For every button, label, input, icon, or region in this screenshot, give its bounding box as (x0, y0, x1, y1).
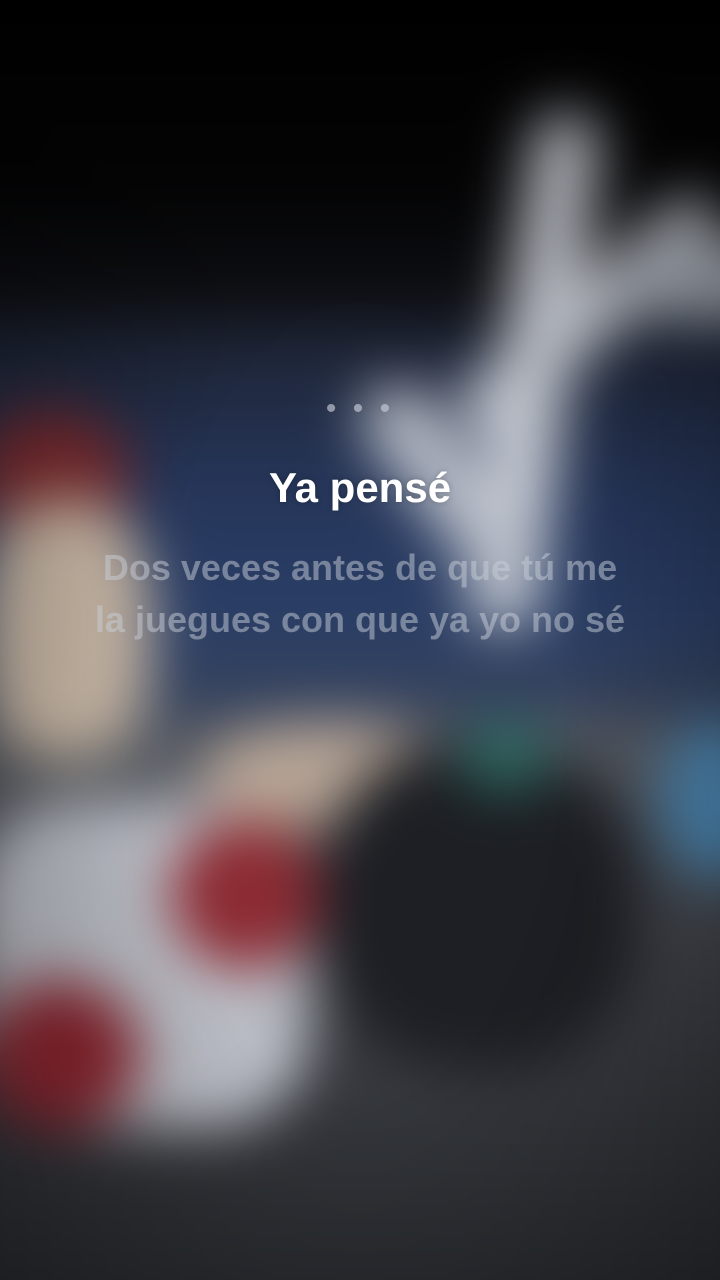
current-lyric-line[interactable]: Ya pensé (0, 462, 720, 514)
lyrics-panel[interactable]: • • • Ya pensé Dos veces antes de que tú… (0, 0, 720, 1280)
lyrics-screen: • • • Ya pensé Dos veces antes de que tú… (0, 0, 720, 1280)
next-lyric-line[interactable]: Dos veces antes de que tú me la juegues … (90, 542, 630, 646)
instrumental-dots-indicator: • • • (325, 392, 395, 425)
